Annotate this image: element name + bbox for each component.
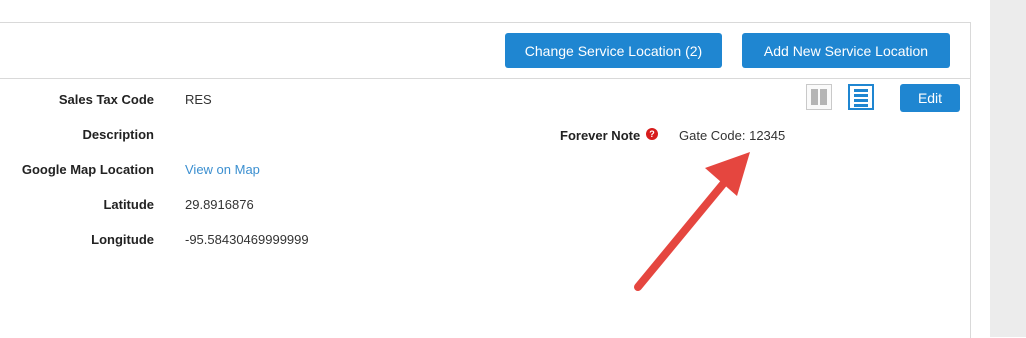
red-arrow-annotation bbox=[634, 152, 750, 291]
